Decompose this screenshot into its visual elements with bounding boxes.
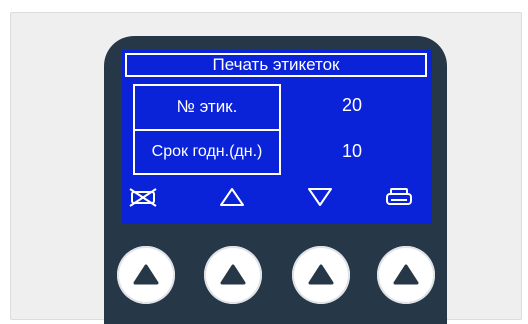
parameter-label-box: № этик. Срок годн.(дн.) [133,84,281,175]
triangle-up-icon [133,264,159,285]
stage: Печать этикеток № этик. Срок годн.(дн.) … [0,0,528,324]
value-count: 20 [341,95,363,115]
device-control-panel: Печать этикеток № этик. Срок годн.(дн.) … [104,36,447,324]
softkey-button-2[interactable] [204,246,262,304]
softkey-button-4[interactable] [377,246,435,304]
label-divider [135,129,279,131]
softkey-button-1[interactable] [117,246,175,304]
label-shelf-life: Срок годн.(дн.) [151,143,263,160]
arrow-down-outline-icon [308,188,332,206]
softkey-button-3[interactable] [292,246,350,304]
triangle-up-icon [220,264,246,285]
arrow-up-outline-icon [220,188,244,206]
screen-title: Печать этикеток [125,53,427,77]
cancel-icon [129,188,157,207]
value-shelf-life: 10 [341,141,363,161]
triangle-up-icon [393,264,419,285]
printer-icon [386,188,412,205]
lcd-screen: Печать этикеток № этик. Срок годн.(дн.) … [122,50,432,224]
label-count: № этик. [176,97,238,116]
triangle-up-icon [308,264,334,285]
